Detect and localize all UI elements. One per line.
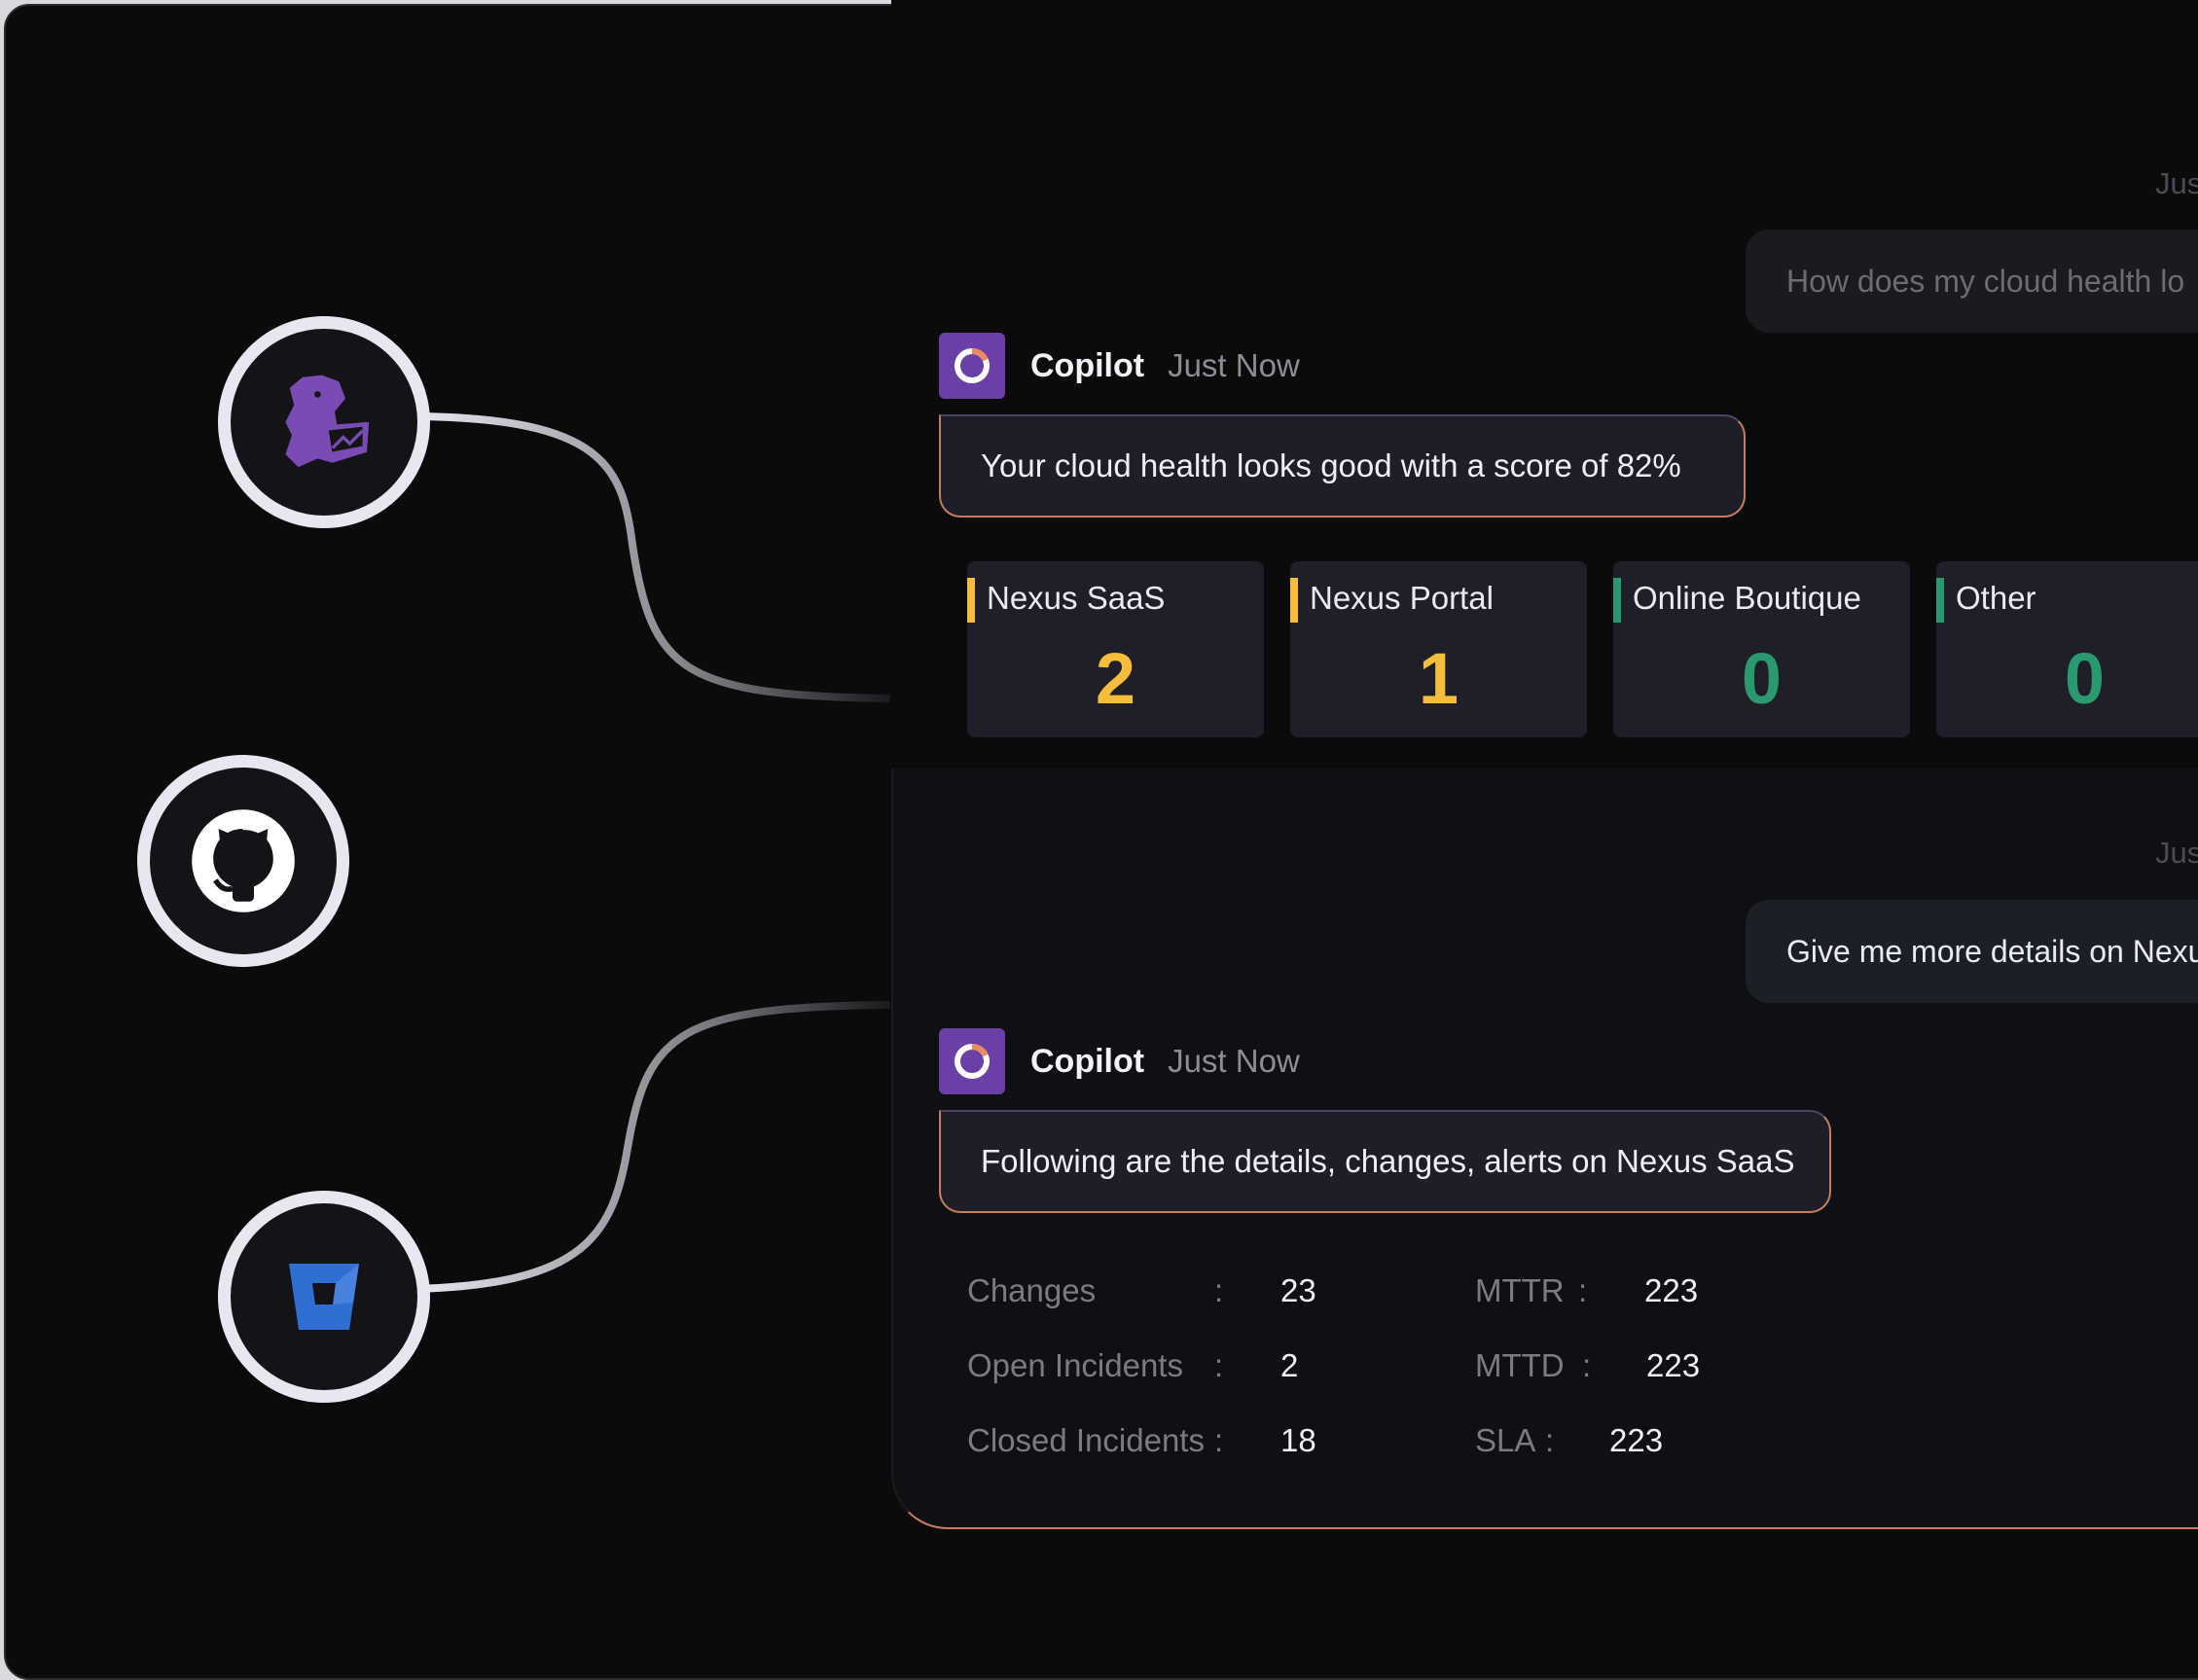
detail-label-mttd: MTTD: [1475, 1347, 1565, 1383]
datadog-connector: [415, 412, 891, 702]
copilot-message-bubble: Your cloud health looks good with a scor…: [939, 414, 1746, 518]
copilot-message-header: Copilot Just Now: [939, 333, 1300, 399]
detail-label-closed-incidents: Closed Incidents: [967, 1422, 1205, 1458]
health-card-value: 0: [1741, 638, 1783, 719]
bitbucket-integration[interactable]: [218, 1191, 430, 1403]
health-card-nexus-saas[interactable]: Nexus SaaS 2: [967, 561, 1264, 737]
copilot-name: Copilot: [1030, 346, 1145, 384]
health-card-name: Other: [1956, 580, 2036, 616]
detail-value-sla: 223: [1609, 1422, 1664, 1458]
detail-label-open-incidents: Open Incidents: [967, 1347, 1183, 1383]
copilot-logo-icon: [955, 1044, 990, 1079]
status-bar: [1613, 578, 1621, 623]
detail-separator: :: [1214, 1347, 1224, 1383]
detail-separator: :: [1578, 1272, 1588, 1308]
copilot-message-bubble: Following are the details, changes, aler…: [939, 1110, 1831, 1213]
detail-label-mttr: MTTR: [1475, 1272, 1565, 1308]
detail-value-mttr: 223: [1644, 1272, 1699, 1308]
copilot-message-header: Copilot Just Now: [939, 1028, 1300, 1094]
health-card-name: Nexus SaaS: [987, 580, 1166, 616]
user-message-bubble: How does my cloud health lo: [1746, 230, 2198, 333]
status-bar: [967, 578, 975, 623]
status-bar: [1290, 578, 1298, 623]
detail-value-mttd: 223: [1646, 1347, 1701, 1383]
detail-separator: :: [1582, 1347, 1592, 1383]
health-card-value: 2: [1095, 638, 1136, 719]
detail-separator: :: [1214, 1272, 1224, 1308]
health-card-nexus-portal[interactable]: Nexus Portal 1: [1290, 561, 1587, 737]
health-card-name: Nexus Portal: [1310, 580, 1494, 616]
github-integration[interactable]: [137, 755, 349, 967]
health-card-value: 1: [1418, 638, 1459, 719]
user-message-time: Jus: [2155, 836, 2198, 870]
copilot-avatar: [939, 333, 1005, 399]
detail-separator: :: [1214, 1422, 1224, 1458]
health-card-name: Online Boutique: [1633, 580, 1861, 616]
datadog-icon: [285, 375, 370, 468]
status-bar: [1936, 578, 1944, 623]
user-message-bubble: Give me more details on Nexu: [1746, 900, 2198, 1003]
health-card-online-boutique[interactable]: Online Boutique 0: [1613, 561, 1910, 737]
copilot-message-time: Just Now: [1168, 347, 1300, 383]
detail-value-open-incidents: 2: [1280, 1347, 1299, 1383]
detail-separator: :: [1545, 1422, 1555, 1458]
copilot-logo-icon: [955, 348, 990, 383]
detail-value-closed-incidents: 18: [1280, 1422, 1316, 1458]
github-icon: [192, 809, 295, 912]
nexus-saas-details: Changes : 23 Open Incidents : 2 Closed I…: [967, 1263, 1843, 1477]
health-card-other[interactable]: Other 0: [1936, 561, 2198, 737]
copilot-message-time: Just Now: [1168, 1043, 1300, 1079]
detail-value-changes: 23: [1280, 1272, 1316, 1308]
datadog-integration[interactable]: [218, 316, 430, 528]
detail-label-changes: Changes: [967, 1272, 1097, 1308]
copilot-name: Copilot: [1030, 1042, 1145, 1080]
detail-label-sla: SLA: [1475, 1422, 1536, 1458]
user-message-time: Jus: [2155, 166, 2198, 200]
copilot-avatar: [939, 1028, 1005, 1094]
health-card-value: 0: [2064, 638, 2106, 719]
bitbucket-icon: [289, 1264, 359, 1330]
bitbucket-connector: [415, 1001, 891, 1293]
